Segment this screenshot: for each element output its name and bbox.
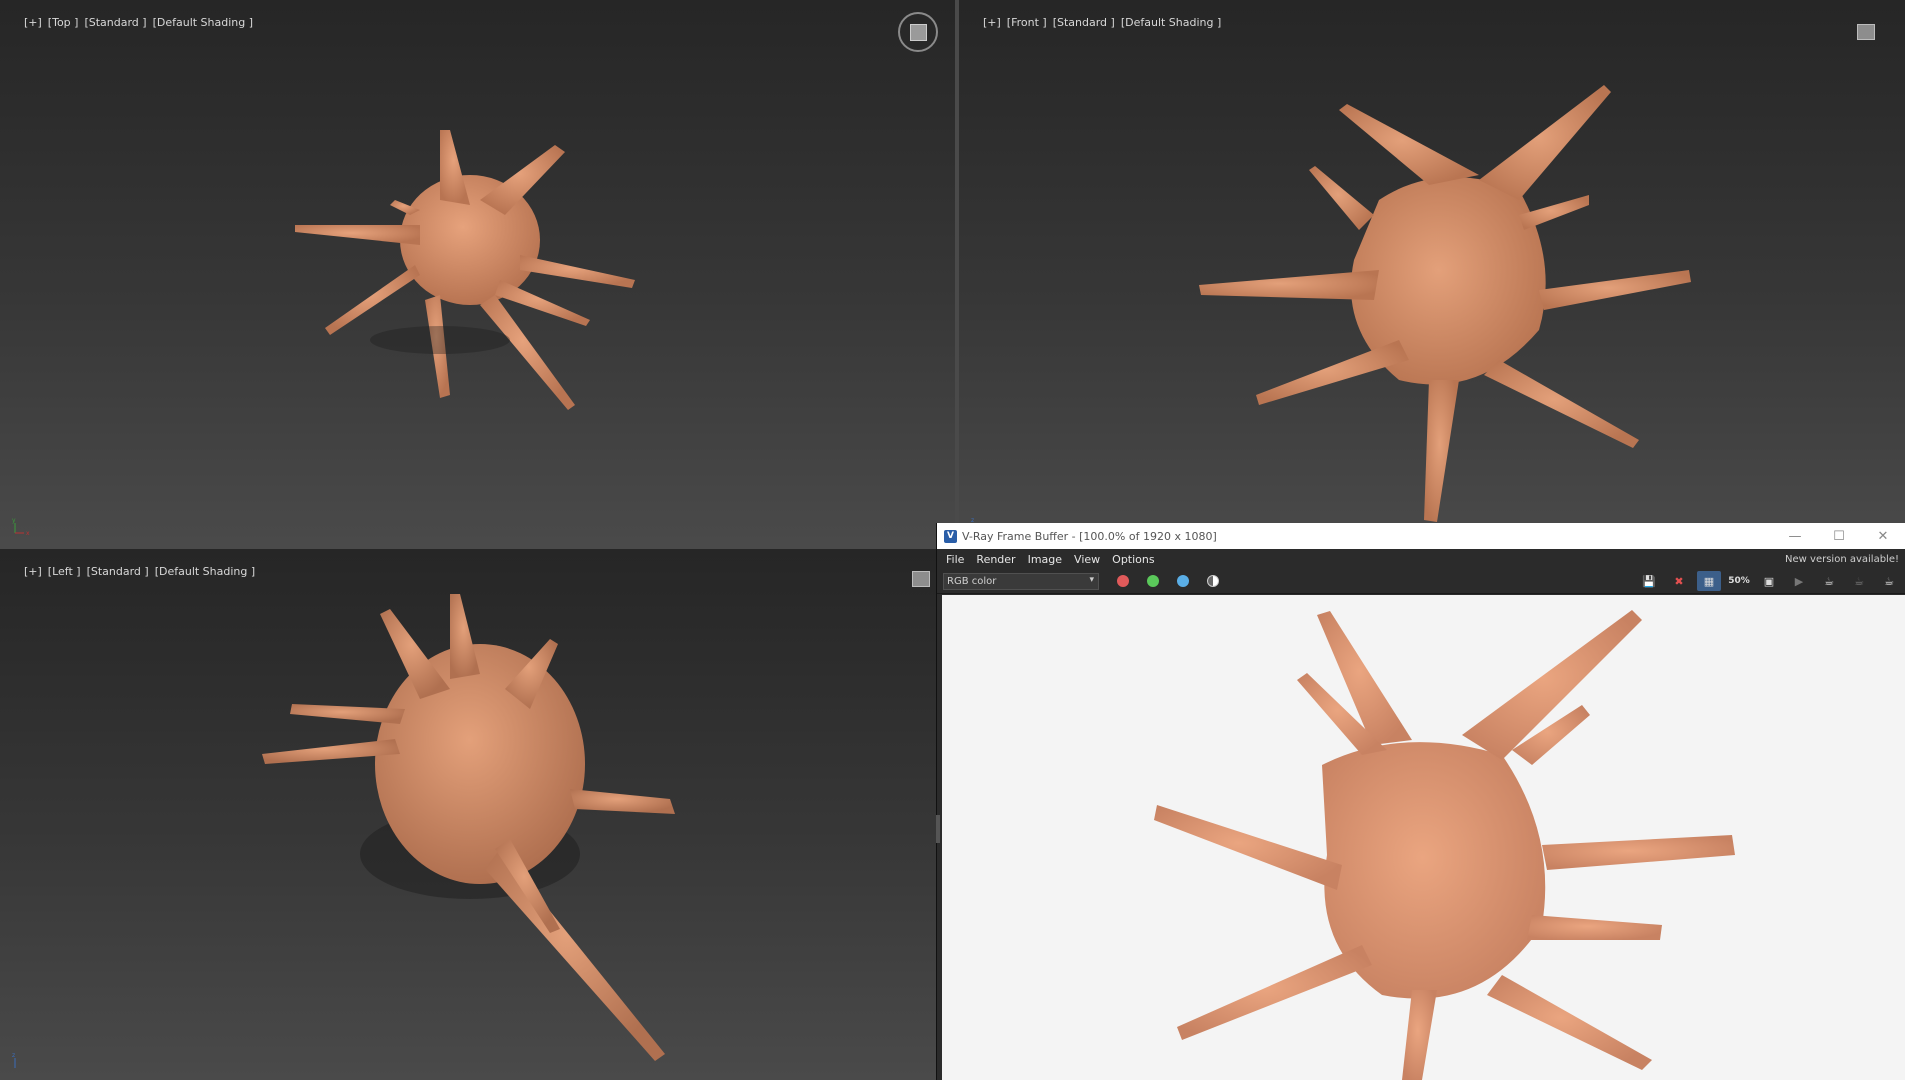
- viewport-divider-vertical[interactable]: [955, 0, 959, 545]
- minimize-icon[interactable]: —: [1773, 529, 1817, 544]
- viewport-divider-horizontal[interactable]: [0, 545, 936, 549]
- menu-options[interactable]: Options: [1112, 553, 1154, 566]
- viewport-front[interactable]: [+] [Front ] [Standard ] [Default Shading ]: [959, 0, 1905, 545]
- zoom-50-icon[interactable]: 50%: [1727, 571, 1751, 591]
- rendered-creature: [1154, 610, 1735, 1080]
- viewcube-compass[interactable]: [898, 12, 938, 52]
- vfb-toolbar: RGB color ▾ 💾 ✖ ▦ 50% ▣ ▶ ☕ ☕ ☕: [937, 569, 1905, 594]
- channel-select[interactable]: RGB color ▾: [943, 572, 1099, 590]
- render-last-icon[interactable]: ☕: [1847, 571, 1871, 591]
- svg-text:z: z: [12, 1052, 15, 1059]
- menu-render[interactable]: Render: [976, 553, 1015, 566]
- creature-model-front: [1199, 85, 1691, 522]
- vfb-menubar: File Render Image View Options New versi…: [937, 549, 1905, 569]
- axis-tripod-icon: y x: [12, 517, 30, 537]
- close-icon[interactable]: ✕: [1861, 529, 1905, 544]
- blue-channel-icon[interactable]: [1177, 575, 1189, 587]
- monochrome-icon[interactable]: [1207, 575, 1219, 587]
- track-mouse-icon[interactable]: ▶: [1787, 571, 1811, 591]
- save-icon[interactable]: 💾: [1637, 571, 1661, 591]
- viewport-left[interactable]: [+] [Left ] [Standard ] [Default Shading ]: [0, 549, 936, 1080]
- region-select-icon[interactable]: ▦: [1697, 571, 1721, 591]
- green-channel-icon[interactable]: [1147, 575, 1159, 587]
- render-interactive-icon[interactable]: ☕: [1817, 571, 1841, 591]
- menu-view[interactable]: View: [1074, 553, 1100, 566]
- vfb-tools: 💾 ✖ ▦ 50% ▣ ▶ ☕ ☕ ☕: [1631, 571, 1901, 591]
- vray-frame-buffer-window[interactable]: V V-Ray Frame Buffer - [100.0% of 1920 x…: [936, 523, 1905, 1080]
- new-version-notice[interactable]: New version available!: [1785, 554, 1899, 565]
- svg-text:x: x: [26, 530, 30, 537]
- creature-model-top: [295, 130, 635, 410]
- render-image[interactable]: [942, 595, 1905, 1080]
- clear-icon[interactable]: ✖: [1667, 571, 1691, 591]
- viewcube-face[interactable]: [910, 24, 927, 41]
- vfb-resize-grip[interactable]: [936, 815, 940, 843]
- maximize-icon[interactable]: ☐: [1817, 529, 1861, 544]
- viewport-top[interactable]: [+] [Top ] [Standard ] [Default Shading ]: [0, 0, 955, 545]
- viewcube-front[interactable]: [1857, 24, 1875, 40]
- red-channel-icon[interactable]: [1117, 575, 1129, 587]
- menu-image[interactable]: Image: [1028, 553, 1062, 566]
- vfb-title: V-Ray Frame Buffer - [100.0% of 1920 x 1…: [962, 529, 1217, 543]
- menu-file[interactable]: File: [946, 553, 964, 566]
- viewcube-left[interactable]: [912, 571, 930, 587]
- creature-model-left: [262, 594, 675, 1061]
- render-teapot-icon[interactable]: ☕: [1877, 571, 1901, 591]
- region-render-icon[interactable]: ▣: [1757, 571, 1781, 591]
- axis-tripod-icon: z: [12, 1052, 16, 1068]
- chevron-down-icon: ▾: [1089, 574, 1094, 585]
- svg-text:y: y: [12, 517, 16, 524]
- max-workspace: [+] [Top ] [Standard ] [Default Shading ]: [0, 0, 1905, 1080]
- vfb-titlebar[interactable]: V V-Ray Frame Buffer - [100.0% of 1920 x…: [937, 523, 1905, 549]
- channel-select-value: RGB color: [947, 575, 997, 587]
- vray-logo-icon: V: [944, 529, 957, 543]
